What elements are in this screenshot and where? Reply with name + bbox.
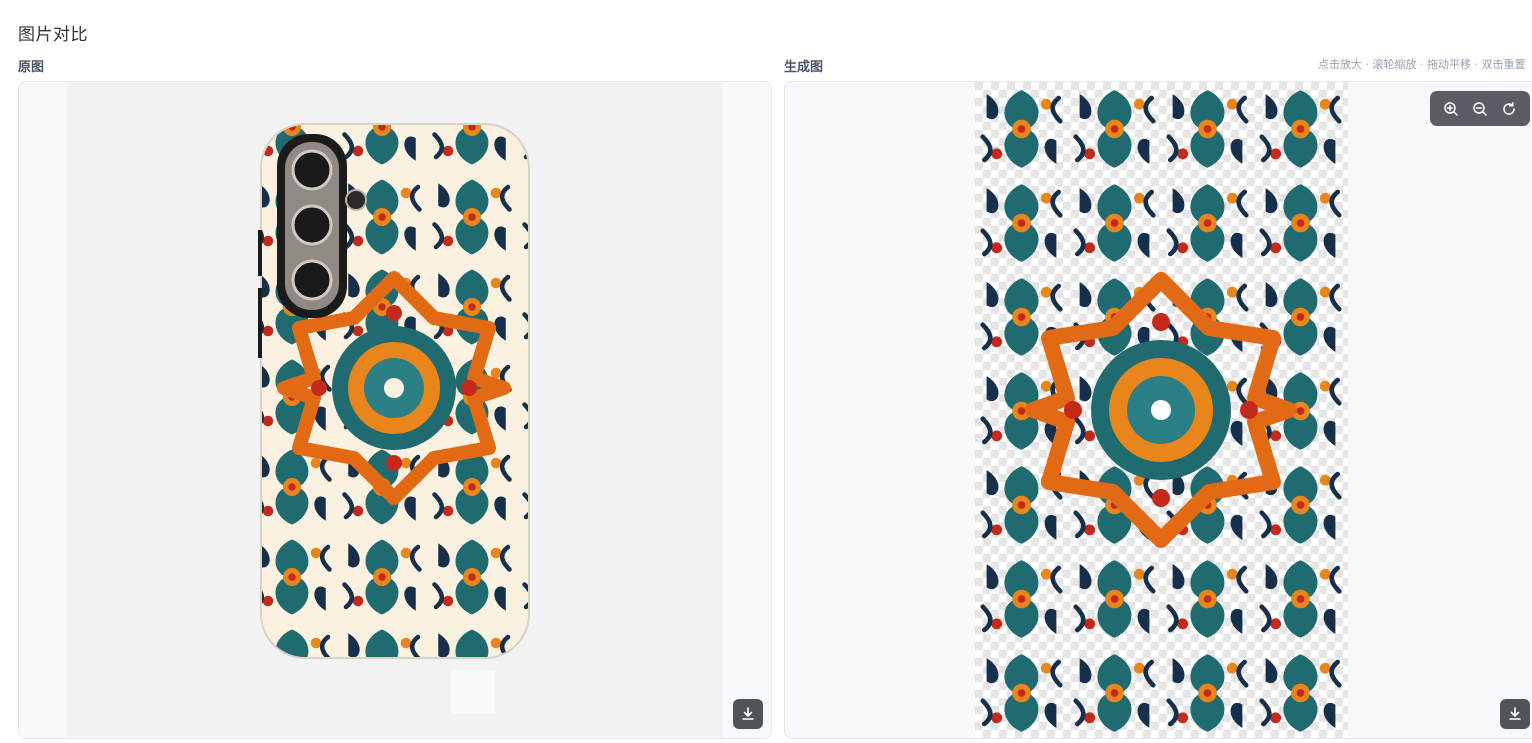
original-label: 原图 [18,60,45,75]
zoom-out-icon [1473,101,1487,116]
zoom-in-icon [1443,101,1458,116]
reset-icon [1503,101,1516,115]
zoom-in-button[interactable] [1438,96,1464,122]
download-generated-button[interactable] [1500,699,1530,729]
generated-pattern-image [975,82,1348,738]
zoom-out-button[interactable] [1467,96,1493,122]
page-title: 图片对比 [18,25,88,45]
reset-zoom-button[interactable] [1496,96,1522,122]
download-icon [742,707,754,720]
original-image[interactable] [67,82,723,738]
zoom-toolbar [1430,91,1530,126]
generated-image-panel[interactable] [784,81,1532,739]
phone-case-image [258,123,530,714]
download-icon [1509,707,1521,720]
interaction-hint: 点击放大 · 滚轮缩放 · 拖动平移 · 双击重置 [1318,58,1526,71]
generated-image[interactable] [975,82,1348,738]
original-image-panel[interactable] [18,81,772,739]
generated-label: 生成图 [784,60,824,75]
download-original-button[interactable] [733,699,763,729]
